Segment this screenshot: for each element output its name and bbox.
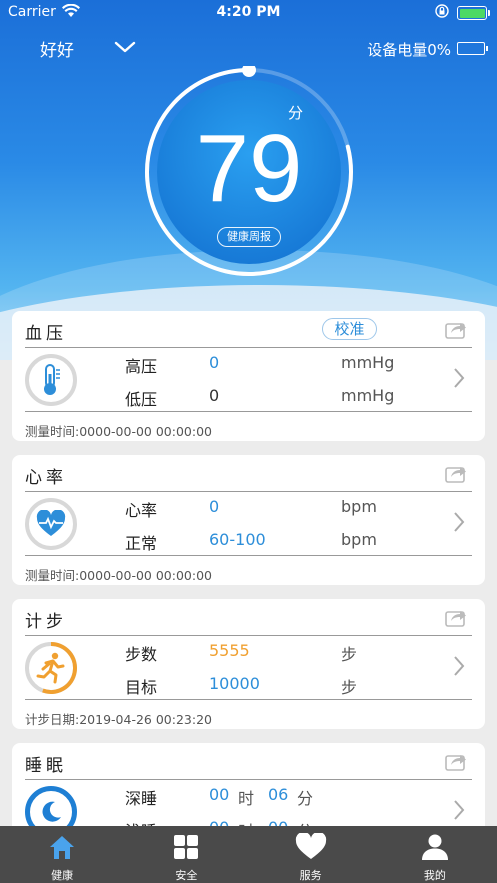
tab-safety[interactable]: 安全 — [124, 826, 248, 883]
card-title: 血压 — [25, 324, 67, 344]
health-score-gauge: 分 79 健康周报 — [143, 63, 355, 278]
home-icon — [48, 833, 76, 861]
tab-label: 安全 — [175, 869, 198, 882]
measure-time: 测量时间:0000-00-00 00:00:00 — [25, 424, 212, 439]
chevron-down-icon[interactable] — [112, 36, 138, 58]
steps-unit: 步 — [341, 645, 358, 664]
heart-rate-value: 0 — [209, 497, 220, 516]
top-bar: 好好 设备电量0% — [0, 34, 497, 64]
normal-range-unit: bpm — [341, 530, 377, 549]
tab-services[interactable]: 服务 — [249, 826, 373, 883]
battery-icon — [457, 6, 490, 20]
deep-sleep-minute-unit: 分 — [297, 789, 314, 808]
user-name[interactable]: 好好 — [40, 36, 74, 61]
tab-label: 服务 — [299, 869, 322, 882]
tab-label: 健康 — [51, 869, 74, 882]
steps-card[interactable]: 计步 步数 5555 步 目标 10000 步 计步日期:2019-04-26 … — [12, 599, 485, 729]
deep-sleep-label: 深睡 — [125, 789, 158, 808]
grid-icon — [172, 833, 200, 861]
share-icon[interactable] — [445, 463, 467, 483]
heart-icon — [295, 831, 326, 861]
card-title: 计步 — [25, 612, 67, 632]
measure-time: 测量时间:0000-00-00 00:00:00 — [25, 568, 212, 583]
device-battery-label: 设备电量0% — [367, 41, 451, 59]
deep-sleep-hour-unit: 时 — [238, 789, 255, 808]
share-icon[interactable] — [445, 319, 467, 339]
heart-rate-card[interactable]: 心率 心率 0 bpm 正常 60-100 bpm 测量时间:0000-00-0… — [12, 455, 485, 585]
steps-label: 步数 — [125, 645, 158, 664]
chevron-right-icon[interactable] — [453, 655, 465, 677]
deep-sleep-hours: 00 — [209, 785, 230, 804]
rotation-lock-icon — [435, 4, 449, 21]
score-progress-knob — [242, 63, 256, 77]
normal-range-value: 60-100 — [209, 530, 266, 549]
runner-icon — [25, 642, 77, 694]
deep-sleep-minutes: 06 — [268, 785, 289, 804]
weekly-report-button[interactable]: 健康周报 — [217, 227, 281, 247]
share-icon[interactable] — [445, 751, 467, 771]
tab-mine[interactable]: 我的 — [373, 826, 497, 883]
step-date: 计步日期:2019-04-26 00:23:20 — [25, 712, 212, 727]
tab-bar: 健康 安全 服务 我的 — [0, 826, 497, 883]
goal-label: 目标 — [125, 678, 158, 697]
blood-pressure-card[interactable]: 血压 校准 高压 0 mmHg 低压 0 mmHg 测量时间:0000-00-0… — [12, 311, 485, 441]
heart-rate-label: 心率 — [125, 501, 158, 520]
person-icon — [421, 833, 449, 861]
goal-unit: 步 — [341, 678, 358, 697]
card-title: 睡眠 — [25, 756, 67, 776]
steps-value: 5555 — [209, 641, 250, 660]
systolic-label: 高压 — [125, 357, 158, 376]
chevron-right-icon[interactable] — [453, 367, 465, 389]
diastolic-unit: mmHg — [341, 386, 395, 405]
status-bar: Carrier 4:20 PM — [0, 0, 497, 26]
systolic-unit: mmHg — [341, 353, 395, 372]
calibrate-button[interactable]: 校准 — [322, 318, 377, 340]
heart-pulse-icon — [25, 498, 77, 550]
device-battery-icon — [457, 42, 488, 55]
heart-rate-unit: bpm — [341, 497, 377, 516]
diastolic-label: 低压 — [125, 390, 158, 409]
thermometer-icon — [25, 354, 77, 406]
card-title: 心率 — [25, 468, 67, 488]
clock: 4:20 PM — [216, 4, 281, 20]
systolic-value: 0 — [209, 353, 220, 372]
share-icon[interactable] — [445, 607, 467, 627]
diastolic-value: 0 — [209, 386, 220, 405]
tab-label: 我的 — [423, 869, 446, 882]
goal-value: 10000 — [209, 674, 260, 693]
health-score-value: 79 — [195, 115, 303, 222]
chevron-right-icon[interactable] — [453, 511, 465, 533]
tab-health[interactable]: 健康 — [0, 826, 124, 883]
chevron-right-icon[interactable] — [453, 799, 465, 821]
normal-range-label: 正常 — [125, 534, 158, 553]
